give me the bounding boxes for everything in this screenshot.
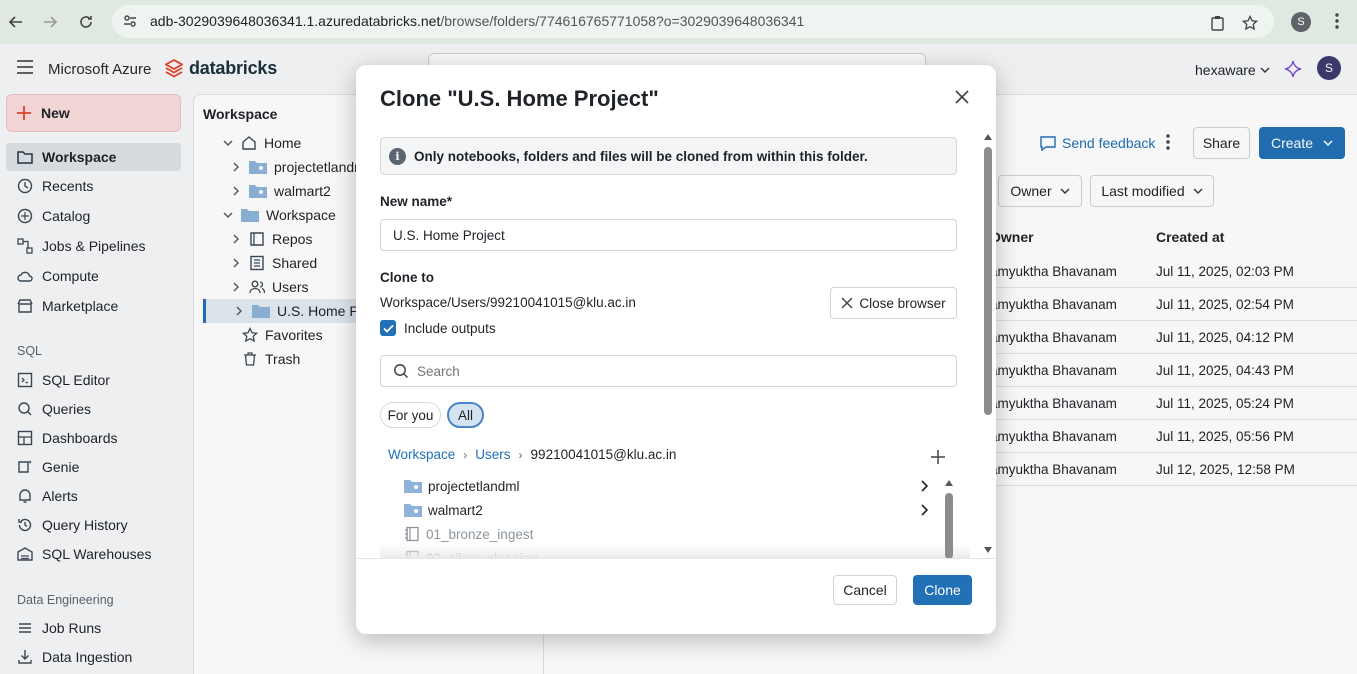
breadcrumb: Workspace › Users › 99210041015@klu.ac.i… — [388, 447, 676, 462]
clone-label: Clone — [924, 582, 961, 598]
chevron-right-icon[interactable] — [920, 480, 928, 492]
info-banner: i Only notebooks, folders and files will… — [380, 137, 957, 175]
arrow-left-icon — [8, 16, 22, 28]
cancel-label: Cancel — [843, 582, 887, 598]
star-icon[interactable] — [1242, 15, 1258, 31]
site-settings-icon[interactable] — [122, 13, 138, 29]
back-button[interactable] — [0, 6, 32, 38]
url-host: adb-3029039648036341.1.azuredatabricks.n… — [150, 13, 441, 29]
dialog-scrollbar[interactable] — [984, 133, 992, 555]
new-folder-plus-icon[interactable] — [930, 449, 946, 465]
forward-button[interactable] — [34, 6, 66, 38]
new-name-input[interactable] — [380, 219, 957, 251]
list-item-label: walmart2 — [428, 502, 483, 518]
git-folder-icon — [404, 503, 422, 517]
url-path: /browse/folders/774616765771058?o=302903… — [440, 13, 805, 29]
clone-button[interactable]: Clone — [913, 575, 972, 605]
chevron-right-icon: › — [463, 447, 468, 462]
include-outputs-checkbox[interactable] — [380, 320, 396, 336]
clone-to-label: Clone to — [380, 270, 434, 285]
filter-pill-for-you[interactable]: For you — [380, 402, 441, 428]
url-text: adb-3029039648036341.1.azuredatabricks.n… — [150, 13, 804, 29]
browser-search-box[interactable] — [380, 355, 957, 387]
clone-to-path: Workspace/Users/99210041015@klu.ac.in — [380, 295, 636, 310]
close-browser-label: Close browser — [859, 295, 946, 311]
filter-pill-all[interactable]: All — [447, 402, 484, 428]
new-name-label: New name* — [380, 194, 453, 209]
close-browser-button[interactable]: Close browser — [830, 287, 957, 319]
scroll-down-arrow-icon[interactable] — [984, 546, 992, 554]
search-icon — [394, 364, 409, 379]
clone-dialog: Clone "U.S. Home Project" i Only noteboo… — [356, 65, 996, 634]
browser-toolbar: adb-3029039648036341.1.azuredatabricks.n… — [0, 0, 1357, 44]
reload-icon — [80, 16, 92, 28]
list-scrollbar[interactable] — [945, 479, 953, 559]
info-text: Only notebooks, folders and files will b… — [414, 148, 868, 164]
checkmark-icon — [382, 324, 394, 333]
git-folder-icon — [404, 479, 422, 493]
scroll-up-arrow-icon[interactable] — [984, 133, 992, 141]
cancel-button[interactable]: Cancel — [833, 575, 897, 605]
arrow-right-icon — [44, 16, 58, 28]
include-outputs-row[interactable]: Include outputs — [380, 320, 496, 336]
list-item[interactable]: walmart2 — [404, 498, 944, 522]
list-scrollbar-thumb[interactable] — [945, 493, 953, 559]
dialog-scrollbar-thumb[interactable] — [984, 147, 992, 415]
list-item-label: projectetlandml — [428, 478, 520, 494]
dialog-title: Clone "U.S. Home Project" — [380, 86, 659, 111]
chevron-right-icon[interactable] — [920, 504, 928, 516]
browser-menu-icon[interactable] — [1330, 12, 1344, 30]
dialog-footer-divider — [356, 558, 996, 559]
notebook-icon — [404, 526, 420, 542]
info-icon: i — [389, 147, 406, 165]
close-icon — [841, 297, 853, 309]
breadcrumb-current: 99210041015@klu.ac.in — [530, 447, 677, 462]
browser-search-input[interactable] — [417, 363, 937, 379]
address-bar[interactable]: adb-3029039648036341.1.azuredatabricks.n… — [112, 5, 1274, 38]
list-item[interactable]: projectetlandml — [404, 474, 944, 498]
browser-profile-avatar[interactable]: S — [1291, 12, 1311, 32]
profile-initial: S — [1297, 16, 1305, 28]
pill-label: All — [457, 407, 473, 423]
breadcrumb-workspace[interactable]: Workspace — [388, 447, 455, 462]
chevron-right-icon: › — [518, 447, 523, 462]
clipboard-icon[interactable] — [1210, 15, 1225, 31]
list-item-label: 01_bronze_ingest — [426, 526, 534, 542]
include-outputs-label: Include outputs — [404, 320, 496, 336]
scroll-up-arrow-icon[interactable] — [945, 479, 953, 487]
pill-label: For you — [387, 407, 434, 423]
list-fade — [380, 543, 970, 559]
close-icon[interactable] — [954, 89, 970, 105]
reload-button[interactable] — [70, 6, 102, 38]
breadcrumb-users[interactable]: Users — [475, 447, 510, 462]
